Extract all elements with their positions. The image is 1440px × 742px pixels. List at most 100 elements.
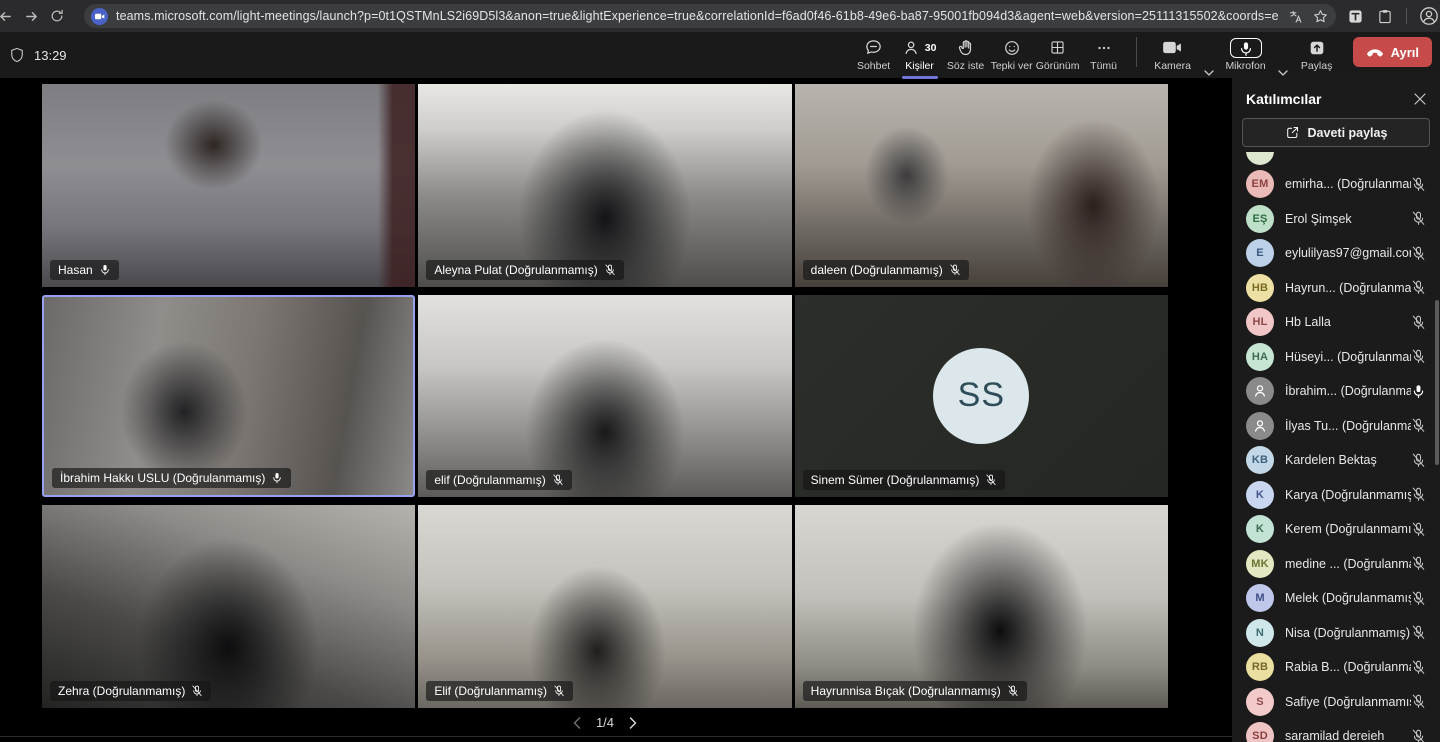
mic-label: Mikrofon — [1225, 60, 1265, 72]
mic-status-icon — [1411, 487, 1426, 502]
participant-name: Melek (Doğrulanmamış) — [1285, 591, 1411, 605]
video-tile[interactable]: Elif (Doğrulanmamış) — [418, 505, 791, 708]
avatar-initials: K — [1256, 523, 1264, 535]
tile-participant-name: elif (Doğrulanmamış) — [434, 473, 545, 487]
participant-name: Kerem (Doğrulanmamış) — [1285, 522, 1411, 536]
avatar-initials: HA — [1252, 351, 1268, 363]
participant-row[interactable]: K Karya (Doğrulanmamış) — [1232, 478, 1440, 513]
participant-row[interactable]: KB Kardelen Bektaş — [1232, 443, 1440, 478]
mic-status-icon — [191, 685, 203, 697]
avatar-initials: M — [1255, 592, 1264, 604]
share-invite-button[interactable]: Daveti paylaş — [1242, 118, 1430, 147]
browser-back-icon[interactable] — [0, 3, 18, 29]
mic-status-icon — [1411, 591, 1426, 606]
next-page-icon[interactable] — [629, 717, 637, 729]
teams-favicon-icon — [91, 8, 108, 25]
participant-row[interactable]: SD saramilad dereieh — [1232, 719, 1440, 742]
participant-row[interactable]: HB Hayrun... (Doğrulanmamış) — [1232, 271, 1440, 306]
video-tile[interactable]: Aleyna Pulat (Doğrulanmamış) — [418, 84, 791, 287]
video-tile[interactable]: Zehra (Doğrulanmamış) — [42, 505, 415, 708]
mic-options-chevron-icon[interactable] — [1275, 60, 1291, 76]
participant-avatar: RB — [1246, 653, 1274, 681]
participant-row[interactable]: MK medine ... (Doğrulanmamış) — [1232, 547, 1440, 582]
avatar-initials: N — [1256, 627, 1264, 639]
participant-row[interactable]: E eylulilyas97@gmail.com — [1232, 236, 1440, 271]
bookmark-star-icon[interactable] — [1313, 9, 1328, 24]
tile-name-label: İbrahim Hakkı USLU (Doğrulanmamış) — [52, 468, 291, 488]
more-dots-icon — [1095, 38, 1113, 58]
leave-button[interactable]: Ayrıl — [1353, 37, 1432, 67]
shield-icon — [10, 47, 24, 63]
person-icon — [1252, 418, 1268, 434]
toolbar-tab-tepki-ver[interactable]: Tepki ver — [990, 35, 1034, 76]
tile-participant-name: Zehra (Doğrulanmamış) — [58, 684, 185, 698]
mic-status-icon — [1411, 177, 1426, 192]
mic-status-icon — [553, 685, 565, 697]
toolbar-separator — [1136, 37, 1137, 67]
participant-avatar: MK — [1246, 550, 1274, 578]
participant-avatar: SD — [1246, 722, 1274, 742]
participant-name: Kardelen Bektaş — [1285, 453, 1411, 467]
video-tile[interactable]: SS Sinem Sümer (Doğrulanmamış) — [795, 295, 1168, 498]
tile-name-label: Hayrunnisa Bıçak (Doğrulanmamış) — [803, 681, 1027, 701]
panel-scrollbar[interactable] — [1435, 300, 1439, 465]
participant-row[interactable]: EM emirha... (Doğrulanmamış) — [1232, 167, 1440, 202]
mic-status-icon — [1411, 556, 1426, 571]
participant-avatar: S — [1246, 688, 1274, 716]
participant-name: İlyas Tu... (Doğrulanmamış) — [1285, 419, 1411, 433]
mic-status-icon — [1411, 453, 1426, 468]
mic-button[interactable]: Mikrofon — [1219, 35, 1273, 76]
camera-button[interactable]: Kamera — [1147, 35, 1199, 76]
tile-name-label: Elif (Doğrulanmamış) — [426, 681, 573, 701]
video-tile[interactable]: İbrahim Hakkı USLU (Doğrulanmamış) — [42, 295, 415, 498]
mic-status-icon — [99, 264, 111, 276]
video-tile[interactable]: Hayrunnisa Bıçak (Doğrulanmamış) — [795, 505, 1168, 708]
toolbar-tab-kisiler[interactable]: 30 Kişiler — [898, 35, 942, 76]
browser-reload-icon[interactable] — [44, 3, 70, 29]
address-bar[interactable]: teams.microsoft.com/light-meetings/launc… — [84, 4, 1336, 28]
toolbar-tab-tumu[interactable]: Tümü — [1082, 35, 1126, 76]
tile-name-label: Zehra (Doğrulanmamış) — [50, 681, 211, 701]
extension-icon-2[interactable] — [1376, 3, 1394, 29]
camera-label: Kamera — [1154, 60, 1191, 72]
extension-icon-1[interactable] — [1346, 3, 1364, 29]
panel-title: Katılımcılar — [1246, 91, 1321, 107]
translate-icon[interactable] — [1288, 9, 1303, 24]
mic-status-icon — [271, 472, 283, 484]
toolbar-tab-sohbet[interactable]: Sohbet — [852, 35, 896, 76]
tile-participant-name: Hasan — [58, 263, 93, 277]
participant-row[interactable]: EŞ Erol Şimşek — [1232, 202, 1440, 237]
browser-profile-icon[interactable] — [1419, 6, 1439, 26]
video-tile[interactable]: elif (Doğrulanmamış) — [418, 295, 791, 498]
close-panel-icon[interactable] — [1414, 93, 1426, 105]
participant-row[interactable]: RB Rabia B... (Doğrulanmamış) — [1232, 650, 1440, 685]
tile-name-label: daleen (Doğrulanmamış) — [803, 260, 969, 280]
share-button[interactable]: Paylaş — [1293, 35, 1341, 76]
participant-row[interactable]: İbrahim... (Doğrulanmamış) — [1232, 374, 1440, 409]
participant-row[interactable]: İlyas Tu... (Doğrulanmamış) — [1232, 409, 1440, 444]
participant-row[interactable]: M Melek (Doğrulanmamış) — [1232, 581, 1440, 616]
participant-avatar — [1246, 377, 1274, 405]
participant-row[interactable]: N Nisa (Doğrulanmamış) — [1232, 616, 1440, 651]
participant-name: eylulilyas97@gmail.com — [1285, 246, 1411, 260]
toolbar-tab-label: Sohbet — [857, 60, 890, 72]
participant-row[interactable]: HA Hüseyi... (Doğrulanmamış) — [1232, 340, 1440, 375]
smiley-icon — [1003, 38, 1021, 58]
participant-count-badge: 30 — [925, 42, 937, 54]
participant-row[interactable]: S Safiye (Doğrulanmamış) — [1232, 685, 1440, 720]
mic-status-icon — [985, 474, 997, 486]
video-tile[interactable]: daleen (Doğrulanmamış) — [795, 84, 1168, 287]
camera-options-chevron-icon[interactable] — [1201, 60, 1217, 76]
participant-list: EM emirha... (Doğrulanmamış) EŞ Erol Şim… — [1232, 152, 1440, 742]
gallery-pagination: 1/4 — [42, 715, 1168, 730]
previous-page-icon[interactable] — [573, 717, 581, 729]
avatar-initials: EŞ — [1252, 213, 1267, 225]
video-tile[interactable]: Hasan — [42, 84, 415, 287]
browser-forward-icon[interactable] — [18, 3, 44, 29]
toolbar-tab-soz-iste[interactable]: Söz iste — [944, 35, 988, 76]
participant-avatar: M — [1246, 584, 1274, 612]
participant-row[interactable]: HL Hb Lalla — [1232, 305, 1440, 340]
avatar-initials: SD — [1252, 730, 1268, 742]
participant-row[interactable]: K Kerem (Doğrulanmamış) — [1232, 512, 1440, 547]
toolbar-tab-gorunum[interactable]: Görünüm — [1036, 35, 1080, 76]
